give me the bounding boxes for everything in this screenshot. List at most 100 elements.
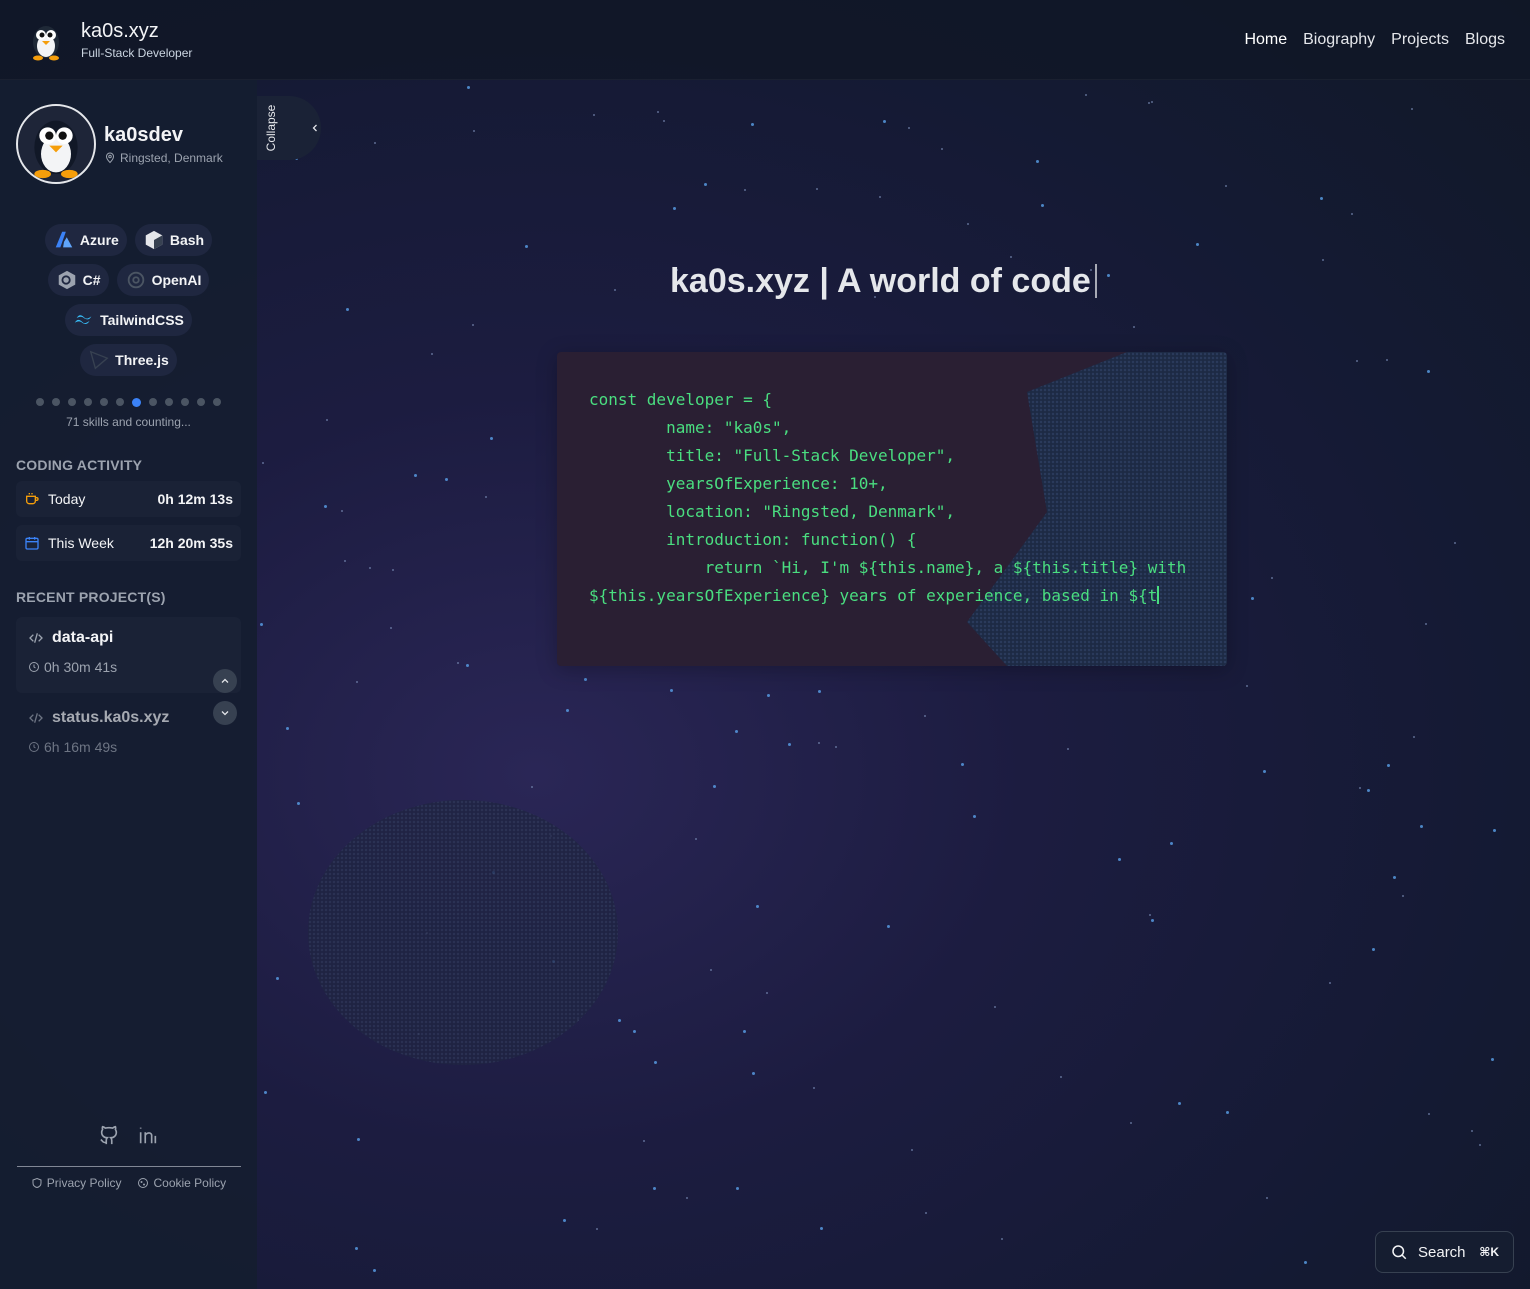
star: [355, 1247, 359, 1251]
shield-icon: [32, 1177, 42, 1189]
skill-csharp[interactable]: C#: [47, 264, 109, 296]
star: [1060, 1076, 1063, 1079]
skill-bash[interactable]: Bash: [134, 224, 213, 256]
star: [260, 623, 264, 627]
star: [563, 1218, 566, 1222]
cookie-icon: [138, 1178, 149, 1188]
brand-subtitle: Full-Stack Developer: [81, 45, 193, 60]
clock-icon: [29, 661, 39, 672]
star: [344, 560, 347, 563]
star: [1133, 325, 1136, 328]
skill-openai[interactable]: OpenAI: [116, 264, 210, 296]
nav-biography[interactable]: Biography: [1303, 31, 1375, 49]
star: [1419, 824, 1423, 828]
star: [1328, 982, 1331, 985]
star: [1066, 747, 1069, 750]
project-item[interactable]: data-api 0h 30m 41s: [16, 616, 241, 693]
search-button[interactable]: Search ⌘K: [1375, 1231, 1514, 1273]
star: [673, 206, 677, 210]
skill-tailwindcss[interactable]: TailwindCSS: [65, 304, 192, 336]
star: [653, 1061, 657, 1065]
star: [373, 141, 376, 144]
carousel-dot[interactable]: [68, 398, 76, 406]
star: [766, 694, 770, 698]
hero-title: ka0s.xyz | A world of code: [670, 262, 1097, 301]
star: [1359, 787, 1362, 790]
star: [685, 1196, 688, 1199]
star: [812, 1086, 815, 1089]
carousel-dot[interactable]: [116, 398, 124, 406]
star: [413, 474, 417, 478]
collapse-sidebar-button[interactable]: Collapse: [257, 96, 321, 160]
star: [713, 784, 717, 788]
skills-count: 71 skills and counting...: [66, 414, 191, 429]
nav-home[interactable]: Home: [1244, 31, 1287, 49]
star: [1385, 358, 1388, 361]
top-header: ka0s.xyz Full-Stack Developer Home Biogr…: [0, 0, 1530, 80]
star: [751, 123, 755, 127]
star: [1266, 1197, 1269, 1199]
skill-azure[interactable]: Azure: [44, 224, 127, 256]
recent-projects-title: RECENT PROJECT(S): [16, 588, 166, 605]
star: [431, 352, 434, 355]
github-icon[interactable]: [98, 1124, 120, 1146]
carousel-dot[interactable]: [132, 397, 141, 407]
activity-today-value: 0h 12m 13s: [157, 490, 234, 507]
star: [669, 688, 673, 692]
carousel-dots: [16, 397, 241, 407]
star: [736, 1187, 739, 1191]
csharp-icon: [58, 270, 75, 290]
clock-icon: [29, 741, 39, 752]
star: [788, 742, 792, 746]
carousel-dot[interactable]: [149, 398, 157, 406]
star: [652, 1187, 656, 1191]
carousel-dot[interactable]: [181, 398, 189, 406]
collapse-label: Collapse: [264, 104, 278, 152]
project-item[interactable]: status.ka0s.xyz 6h 16m 49s: [16, 697, 241, 773]
carousel-dot[interactable]: [197, 398, 205, 406]
footer-links: Privacy Policy Cookie Policy: [0, 1176, 257, 1190]
star: [819, 1227, 823, 1231]
recent-projects-list: data-api 0h 30m 41s status.ka0s.xyz 6h 1…: [16, 616, 241, 773]
activity-week-value: 12h 20m 35s: [149, 534, 233, 551]
skill-threejs[interactable]: Three.js: [80, 344, 177, 376]
star: [1304, 1261, 1308, 1265]
carousel-dot[interactable]: [165, 398, 173, 406]
star: [1371, 947, 1375, 951]
search-icon: [1392, 1245, 1407, 1260]
linkedin-icon[interactable]: [136, 1124, 160, 1146]
carousel-dot[interactable]: [52, 398, 60, 406]
star: [445, 478, 449, 482]
star: [961, 762, 965, 766]
star: [755, 904, 759, 908]
brand[interactable]: ka0s.xyz Full-Stack Developer: [25, 19, 192, 61]
star: [966, 222, 969, 225]
star: [392, 568, 395, 571]
star: [751, 1072, 755, 1076]
star: [357, 1137, 361, 1141]
profile: ka0sdev Ringsted, Denmark: [16, 104, 241, 184]
cookie-policy-link[interactable]: Cookie Policy: [137, 1176, 226, 1190]
star: [1412, 736, 1415, 739]
star: [1150, 918, 1154, 922]
carousel-dot[interactable]: [213, 398, 221, 406]
carousel-dot[interactable]: [84, 398, 92, 406]
carousel-dot[interactable]: [36, 398, 44, 406]
star: [910, 1149, 913, 1152]
profile-location: Ringsted, Denmark: [104, 151, 223, 165]
location-pin-icon: [105, 152, 115, 163]
scroll-up-button[interactable]: [213, 668, 237, 693]
nav-projects[interactable]: Projects: [1391, 31, 1449, 49]
privacy-policy-link[interactable]: Privacy Policy: [31, 1176, 121, 1190]
carousel-dot[interactable]: [100, 398, 108, 406]
star: [484, 496, 487, 499]
star: [656, 110, 659, 113]
star: [1271, 577, 1274, 580]
star: [286, 726, 290, 730]
nav-blogs[interactable]: Blogs: [1465, 31, 1505, 49]
star: [1427, 1113, 1430, 1116]
scroll-down-button[interactable]: [213, 700, 237, 725]
star: [1262, 769, 1266, 773]
star: [744, 189, 747, 192]
star: [1177, 1102, 1181, 1106]
